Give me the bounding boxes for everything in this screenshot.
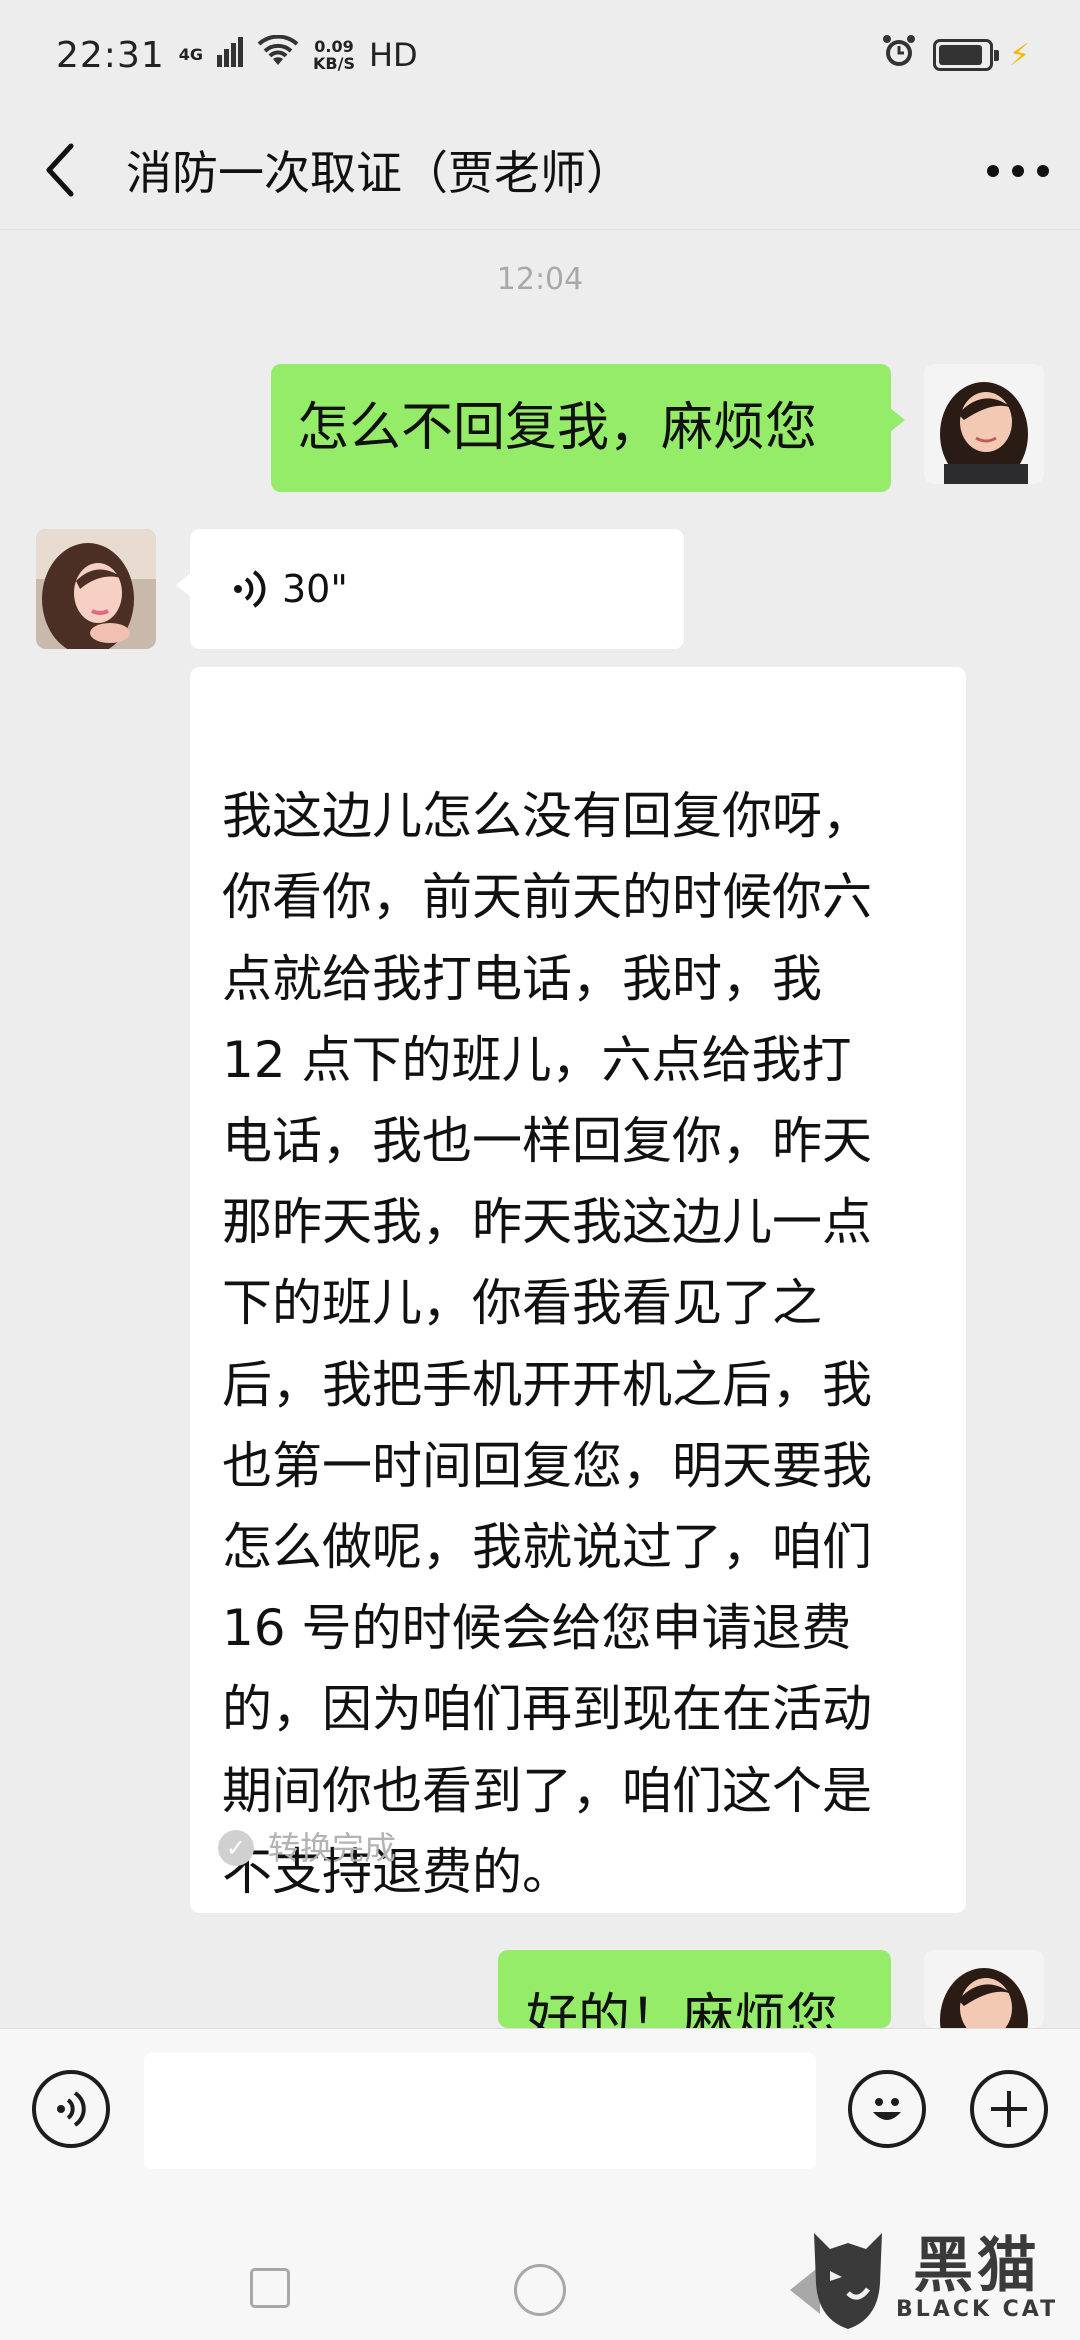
- message-timestamp: 12:04: [496, 262, 584, 297]
- status-bar: 22:31 4G 0.09 KB/S HD ⚡: [0, 0, 1080, 110]
- more-options-button[interactable]: [986, 132, 1050, 208]
- voice-transcript[interactable]: 我这边儿怎么没有回复你呀， 你看你，前天前天的时候你六 点就给我打电话，我时，我…: [190, 667, 966, 1913]
- watermark-text: 黑猫 BLACK CAT: [896, 2235, 1058, 2322]
- network-label: 4G: [178, 45, 204, 64]
- alarm-icon: [881, 33, 917, 78]
- battery-icon: [932, 39, 999, 71]
- back-icon: [46, 143, 74, 197]
- voice-duration: 30": [282, 567, 348, 611]
- contact-avatar[interactable]: [36, 529, 156, 649]
- check-icon: ✓: [218, 1830, 254, 1867]
- self-avatar[interactable]: [924, 364, 1044, 484]
- chat-title: 消防一次取证（贾老师）: [126, 146, 632, 200]
- transcript-text: 我这边儿怎么没有回复你呀， 你看你，前天前天的时候你六 点就给我打电话，我时，我…: [222, 787, 872, 1901]
- conversion-status: ✓ 转换完成: [218, 1808, 396, 1889]
- message-text: 好的！麻烦您: [526, 1989, 839, 2028]
- wifi-icon: [257, 34, 299, 76]
- message-bubble-self[interactable]: 怎么不回复我，麻烦您: [271, 364, 905, 492]
- recent-apps-button[interactable]: [250, 2268, 290, 2308]
- speed-unit: KB/S: [313, 54, 355, 73]
- back-button[interactable]: [30, 130, 90, 210]
- status-right: ⚡: [881, 33, 1030, 78]
- network-speed: 0.09 KB/S: [313, 38, 355, 72]
- emoji-button[interactable]: [848, 2070, 926, 2148]
- voice-message[interactable]: 30": [176, 529, 684, 649]
- input-bar: [0, 2028, 1080, 2228]
- conversion-status-label: 转换完成: [268, 1828, 397, 1867]
- status-time: 22:31: [56, 34, 165, 76]
- more-icon: [987, 165, 1049, 177]
- voice-input-button[interactable]: [32, 2070, 110, 2148]
- title-bar: 消防一次取证（贾老师）: [0, 110, 1080, 230]
- black-cat-watermark: 黑猫 BLACK CAT: [808, 2216, 1080, 2340]
- network-indicator: 4G: [179, 47, 203, 63]
- plus-icon: [991, 2091, 1027, 2127]
- smiley-icon: [873, 2098, 901, 2120]
- more-functions-button[interactable]: [970, 2070, 1048, 2148]
- message-input[interactable]: [144, 2053, 816, 2169]
- watermark-cn: 黑猫: [913, 2230, 1042, 2301]
- speed-value: 0.09: [314, 37, 354, 56]
- watermark-en: BLACK CAT: [896, 2296, 1059, 2322]
- voice-icon: [57, 2091, 86, 2127]
- cat-logo-icon: [814, 2233, 882, 2329]
- hd-label: HD: [368, 36, 418, 74]
- charging-icon: ⚡: [1008, 37, 1030, 73]
- home-button[interactable]: [514, 2264, 566, 2316]
- signal-icon: [217, 35, 244, 76]
- status-left: 22:31 4G 0.09 KB/S HD: [56, 34, 418, 76]
- voice-wave-icon: [232, 569, 272, 609]
- message-text: 怎么不回复我，麻烦您: [297, 398, 818, 458]
- message-bubble-self[interactable]: 好的！麻烦您: [498, 1950, 891, 2028]
- title-divider: [0, 229, 1080, 230]
- self-avatar[interactable]: [924, 1950, 1044, 2028]
